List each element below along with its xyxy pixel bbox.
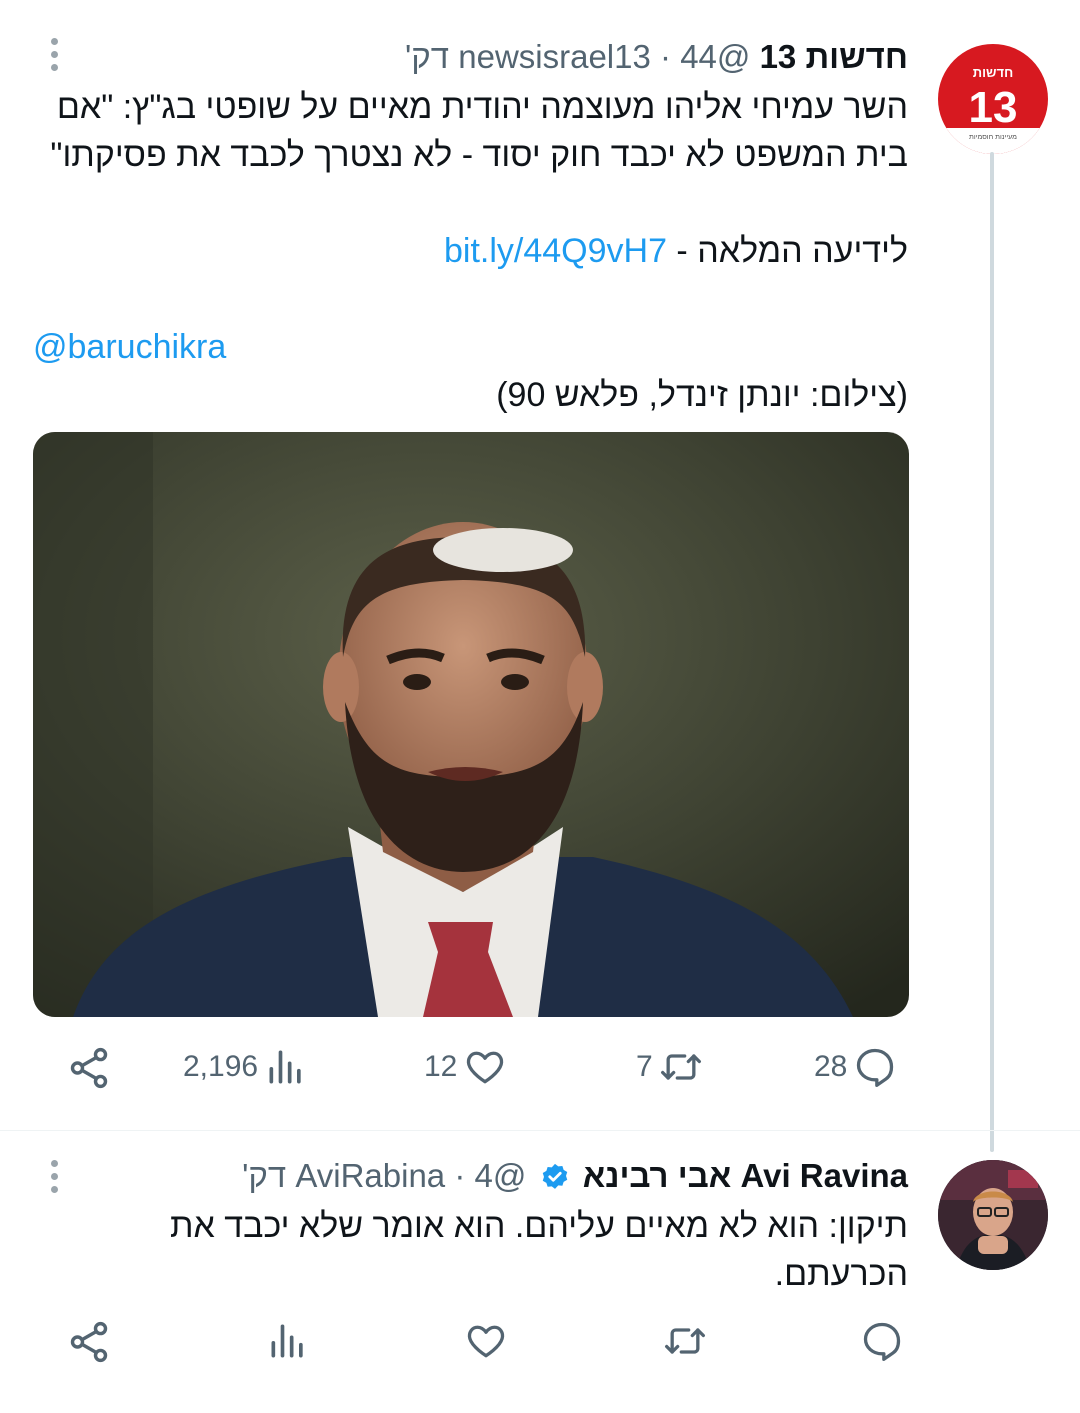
views-button[interactable]: 2,196 <box>183 1045 308 1089</box>
logo-number: 13 <box>969 83 1018 132</box>
logo-tagline: מעיינות חוסמיות <box>969 134 1017 141</box>
share-icon <box>70 1321 108 1363</box>
reply-button[interactable] <box>860 1319 904 1363</box>
verified-icon <box>542 1163 567 1189</box>
author-name[interactable]: חדשות 13 <box>760 38 908 75</box>
action-bar <box>0 1319 1080 1379</box>
text-line: השר עמיחי אליהו מעוצמה יהודית מאיים על ש… <box>56 88 908 126</box>
tweet-photo[interactable] <box>33 432 909 1017</box>
portrait-image <box>33 432 909 1017</box>
reply-button[interactable]: 28 <box>814 1045 897 1089</box>
article-link[interactable]: bit.ly/44Q9vH7 <box>444 232 667 270</box>
separator: · <box>454 1157 466 1194</box>
reply-count: 28 <box>814 1050 848 1083</box>
tweet-text: תיקון: הוא לא מאיים עליהם. הוא אומר שלא … <box>170 1202 908 1298</box>
share-button[interactable] <box>66 1319 112 1365</box>
avatar-news13[interactable]: חדשות 13 מעיינות חוסמיות <box>938 44 1048 154</box>
action-bar: 28 7 12 2,196 <box>0 1045 1080 1105</box>
separator: · <box>660 38 672 75</box>
tweet-avi-ravina[interactable]: Avi Ravina אבי רבינא @AviRabina · 4 דק' … <box>0 1130 1080 1413</box>
views-button[interactable] <box>266 1319 310 1363</box>
like-button[interactable] <box>464 1319 508 1363</box>
retweet-icon <box>665 1328 705 1354</box>
more-icon[interactable] <box>44 1160 64 1193</box>
avatar-avi-ravina[interactable] <box>938 1160 1048 1270</box>
link-line: לידיעה המלאה - bit.ly/44Q9vH7 <box>444 227 908 275</box>
retweet-button[interactable]: 7 <box>636 1045 703 1089</box>
more-icon[interactable] <box>44 38 64 71</box>
retweet-count: 7 <box>636 1050 653 1083</box>
photo-credit: (צילום: יונתן זינדל, פלאש 90) <box>496 376 908 414</box>
author-name[interactable]: Avi Ravina אבי רבינא <box>583 1157 908 1194</box>
tweet-text: השר עמיחי אליהו מעוצמה יהודית מאיים על ש… <box>50 83 908 179</box>
like-icon <box>467 1051 504 1084</box>
logo-top-text: חדשות <box>973 65 1013 80</box>
reply-icon <box>863 1322 901 1361</box>
retweet-button[interactable] <box>663 1319 707 1363</box>
views-icon <box>269 1050 301 1084</box>
like-button[interactable]: 12 <box>424 1045 507 1089</box>
like-count: 12 <box>424 1050 458 1083</box>
retweet-icon <box>660 1054 701 1080</box>
views-count: 2,196 <box>183 1050 259 1083</box>
avatar-image <box>938 1160 1048 1270</box>
tweet-header: Avi Ravina אבי רבינא @AviRabina · 4 דק' <box>242 1156 908 1196</box>
news13-logo: חדשות 13 מעיינות חוסמיות <box>938 65 1048 154</box>
like-icon <box>467 1325 505 1358</box>
tweet-header: חדשות 13 @newsisrael13 · 44 דק' <box>405 37 908 77</box>
text-line: בית המשפט לא יכבד חוק יסוד - לא נצטרך לכ… <box>50 136 908 174</box>
link-prefix: לידיעה המלאה - <box>666 232 908 270</box>
text-line: תיקון: הוא לא מאיים עליהם. הוא אומר שלא … <box>170 1207 908 1245</box>
text-line: הכרעתם. <box>774 1255 908 1293</box>
share-button[interactable] <box>66 1045 112 1091</box>
views-icon <box>271 1324 303 1358</box>
reply-icon <box>857 1048 894 1087</box>
share-icon <box>70 1047 108 1089</box>
thread-line <box>990 152 994 1152</box>
mention-line: @baruchikra <box>33 323 226 371</box>
mention-link[interactable]: @baruchikra <box>33 328 226 366</box>
tweet-news13[interactable]: חדשות 13 מעיינות חוסמיות חדשות 13 @newsi… <box>0 0 1080 1152</box>
